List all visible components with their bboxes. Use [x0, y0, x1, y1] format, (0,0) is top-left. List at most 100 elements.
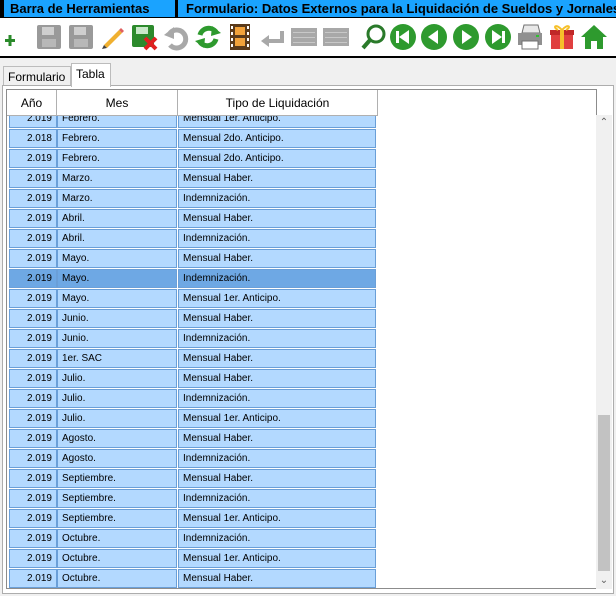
cell-tipo[interactable]: Mensual Haber.	[178, 469, 376, 488]
table-row[interactable]: 2.019 Abril. Mensual Haber.	[7, 209, 378, 229]
print-button[interactable]	[515, 22, 545, 52]
cell-ano[interactable]: 2.019	[9, 429, 57, 448]
table-row[interactable]: 2.019 Marzo. Mensual Haber.	[7, 169, 378, 189]
cell-ano[interactable]: 2.019	[9, 269, 57, 288]
cell-mes[interactable]: Febrero.	[57, 149, 177, 168]
cell-mes[interactable]: Junio.	[57, 329, 177, 348]
cell-tipo[interactable]: Mensual Haber.	[178, 249, 376, 268]
grid2-button[interactable]	[321, 22, 351, 52]
cell-ano[interactable]: 2.019	[9, 309, 57, 328]
cell-tipo[interactable]: Mensual 1er. Anticipo.	[178, 509, 376, 528]
cell-mes[interactable]: Abril.	[57, 229, 177, 248]
cell-mes[interactable]: Julio.	[57, 389, 177, 408]
cell-mes[interactable]: Marzo.	[57, 189, 177, 208]
cell-ano[interactable]: 2.019	[9, 116, 57, 128]
column-header-ano[interactable]: Año	[7, 90, 57, 116]
cell-ano[interactable]: 2.019	[9, 529, 57, 548]
previous-record-button[interactable]	[419, 22, 449, 52]
cell-tipo[interactable]: Mensual Haber.	[178, 569, 376, 588]
scroll-up-icon[interactable]: ⌃	[596, 115, 612, 131]
cell-mes[interactable]: Septiembre.	[57, 469, 177, 488]
cell-tipo[interactable]: Mensual Haber.	[178, 349, 376, 368]
cell-mes[interactable]: Octubre.	[57, 549, 177, 568]
cell-mes[interactable]: 1er. SAC	[57, 349, 177, 368]
table-row[interactable]: 2.019 Julio. Mensual 1er. Anticipo.	[7, 409, 378, 429]
table-row[interactable]: 2.019 Septiembre. Mensual Haber.	[7, 469, 378, 489]
cell-mes[interactable]: Octubre.	[57, 569, 177, 588]
cell-mes[interactable]: Julio.	[57, 369, 177, 388]
cell-tipo[interactable]: Indemnización.	[178, 389, 376, 408]
grid-button[interactable]	[289, 22, 319, 52]
cell-ano[interactable]: 2.019	[9, 149, 57, 168]
cell-tipo[interactable]: Mensual 2do. Anticipo.	[178, 149, 376, 168]
cell-ano[interactable]: 2.019	[9, 489, 57, 508]
cell-tipo[interactable]: Indemnización.	[178, 229, 376, 248]
add-button[interactable]	[0, 22, 30, 52]
cell-ano[interactable]: 2.019	[9, 209, 57, 228]
vertical-scrollbar[interactable]: ⌃ ⌄	[596, 115, 612, 589]
cell-ano[interactable]: 2.019	[9, 509, 57, 528]
cell-ano[interactable]: 2.019	[9, 289, 57, 308]
cell-ano[interactable]: 2.019	[9, 329, 57, 348]
cell-ano[interactable]: 2.019	[9, 229, 57, 248]
cell-mes[interactable]: Febrero.	[57, 116, 177, 128]
table-row[interactable]: 2.019 Septiembre. Indemnización.	[7, 489, 378, 509]
table-row[interactable]: 2.018 Febrero. Mensual 2do. Anticipo.	[7, 129, 378, 149]
cell-ano[interactable]: 2.019	[9, 449, 57, 468]
gift-button[interactable]	[547, 22, 577, 52]
refresh-button[interactable]	[193, 22, 223, 52]
cell-mes[interactable]: Junio.	[57, 309, 177, 328]
table-row[interactable]: 2.019 Julio. Mensual Haber.	[7, 369, 378, 389]
cell-mes[interactable]: Marzo.	[57, 169, 177, 188]
scroll-down-icon[interactable]: ⌄	[596, 573, 612, 589]
delete-button[interactable]	[129, 22, 159, 52]
table-row[interactable]: 2.019 Junio. Mensual Haber.	[7, 309, 378, 329]
cell-tipo[interactable]: Indemnización.	[178, 449, 376, 468]
cell-mes[interactable]: Agosto.	[57, 449, 177, 468]
cell-ano[interactable]: 2.019	[9, 389, 57, 408]
cell-ano[interactable]: 2.019	[9, 549, 57, 568]
cell-tipo[interactable]: Mensual 1er. Anticipo.	[178, 289, 376, 308]
table-row[interactable]: 2.019 Agosto. Mensual Haber.	[7, 429, 378, 449]
undo-button[interactable]	[161, 22, 191, 52]
cell-tipo[interactable]: Mensual Haber.	[178, 209, 376, 228]
tab-formulario[interactable]: Formulario	[3, 66, 71, 86]
table-row[interactable]: 2.019 Febrero. Mensual 2do. Anticipo.	[7, 149, 378, 169]
back-button[interactable]	[257, 22, 287, 52]
cell-mes[interactable]: Agosto.	[57, 429, 177, 448]
column-header-mes[interactable]: Mes	[57, 90, 178, 116]
next-record-button[interactable]	[451, 22, 481, 52]
cell-ano[interactable]: 2.019	[9, 189, 57, 208]
cell-mes[interactable]: Septiembre.	[57, 509, 177, 528]
scroll-thumb[interactable]	[598, 415, 610, 571]
cell-ano[interactable]: 2.019	[9, 169, 57, 188]
save-button[interactable]	[34, 22, 64, 52]
table-row[interactable]: 2.019 Octubre. Mensual 1er. Anticipo.	[7, 549, 378, 569]
cell-tipo[interactable]: Mensual 2do. Anticipo.	[178, 129, 376, 148]
film-button[interactable]	[225, 22, 255, 52]
table-row[interactable]: 2.019 Mayo. Indemnización.	[7, 269, 378, 289]
table-row[interactable]: 2.019 Abril. Indemnización.	[7, 229, 378, 249]
cell-ano[interactable]: 2.019	[9, 569, 57, 588]
last-record-button[interactable]	[483, 22, 513, 52]
save-as-button[interactable]	[66, 22, 96, 52]
table-row[interactable]: 2.019 Mayo. Mensual 1er. Anticipo.	[7, 289, 378, 309]
table-row[interactable]: 2.019 Octubre. Indemnización.	[7, 529, 378, 549]
cell-mes[interactable]: Mayo.	[57, 289, 177, 308]
cell-tipo[interactable]: Indemnización.	[178, 329, 376, 348]
cell-mes[interactable]: Febrero.	[57, 129, 177, 148]
table-row[interactable]: 2.019 Junio. Indemnización.	[7, 329, 378, 349]
cell-tipo[interactable]: Indemnización.	[178, 189, 376, 208]
cell-mes[interactable]: Mayo.	[57, 269, 177, 288]
cell-ano[interactable]: 2.019	[9, 369, 57, 388]
cell-tipo[interactable]: Mensual Haber.	[178, 369, 376, 388]
cell-tipo[interactable]: Mensual Haber.	[178, 309, 376, 328]
table-row[interactable]: 2.019 Septiembre. Mensual 1er. Anticipo.	[7, 509, 378, 529]
cell-mes[interactable]: Mayo.	[57, 249, 177, 268]
cell-ano[interactable]: 2.018	[9, 129, 57, 148]
cell-mes[interactable]: Septiembre.	[57, 489, 177, 508]
cell-tipo[interactable]: Mensual 1er. Anticipo.	[178, 116, 376, 128]
cell-ano[interactable]: 2.019	[9, 349, 57, 368]
data-grid[interactable]: Año Mes Tipo de Liquidación 2.019 Febrero…	[6, 89, 597, 589]
cell-mes[interactable]: Julio.	[57, 409, 177, 428]
